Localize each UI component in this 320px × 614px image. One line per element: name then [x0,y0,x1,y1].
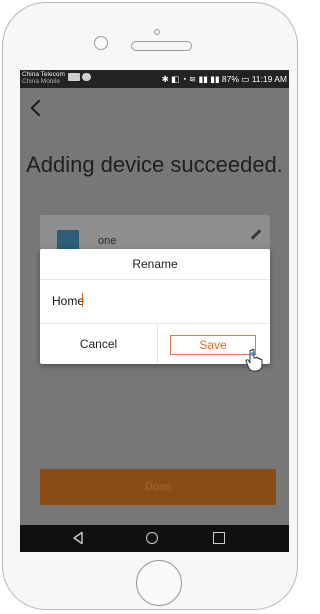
android-nav-bar [20,525,289,552]
battery-icon: ▭ [241,74,252,84]
done-button[interactable]: Done [40,469,276,505]
device-name: one [98,235,117,247]
gallery-notification-icon [68,73,80,81]
front-camera [94,36,108,50]
status-right: ✱ ◧ ◔ ≋ ▮▮ ▮▮ 87% ▭ 11:19 AM [162,74,287,85]
button-separator [157,324,158,364]
text-caret [82,293,83,307]
square-recent-icon[interactable] [213,532,225,544]
triangle-back-icon[interactable] [71,531,85,545]
clock: 11:19 AM [251,74,287,84]
cancel-button[interactable]: Cancel [40,324,157,364]
back-chevron-icon[interactable] [30,99,48,117]
proximity-sensor [154,29,160,35]
carrier-sub-name: China Mobile [22,78,60,85]
hand-pointer-icon [245,348,263,372]
status-bar: China Telecom China Mobile ✱ ◧ ◔ ≋ ▮▮ ▮▮… [20,70,289,88]
battery-level: 87% [221,74,239,84]
carrier-name: China Telecom [22,71,65,78]
earpiece-speaker [131,41,192,51]
circle-home-icon[interactable] [146,532,158,544]
dialog-title: Rename [132,257,178,271]
signal-wifi-icon: ✱ ◧ ◔ ≋ ▮▮ ▮▮ [161,74,222,84]
page-title: Adding device succeeded. [26,152,283,177]
dialog-divider [40,279,270,280]
chat-notification-icon [82,73,91,81]
pencil-icon[interactable] [250,229,262,240]
phone-screen: China Telecom China Mobile ✱ ◧ ◔ ≋ ▮▮ ▮▮… [20,70,289,552]
rename-dialog: Rename Cancel Save [40,249,270,372]
home-button[interactable] [136,560,182,606]
carrier-info: China Telecom China Mobile [22,71,65,85]
save-button[interactable]: Save [170,335,256,355]
